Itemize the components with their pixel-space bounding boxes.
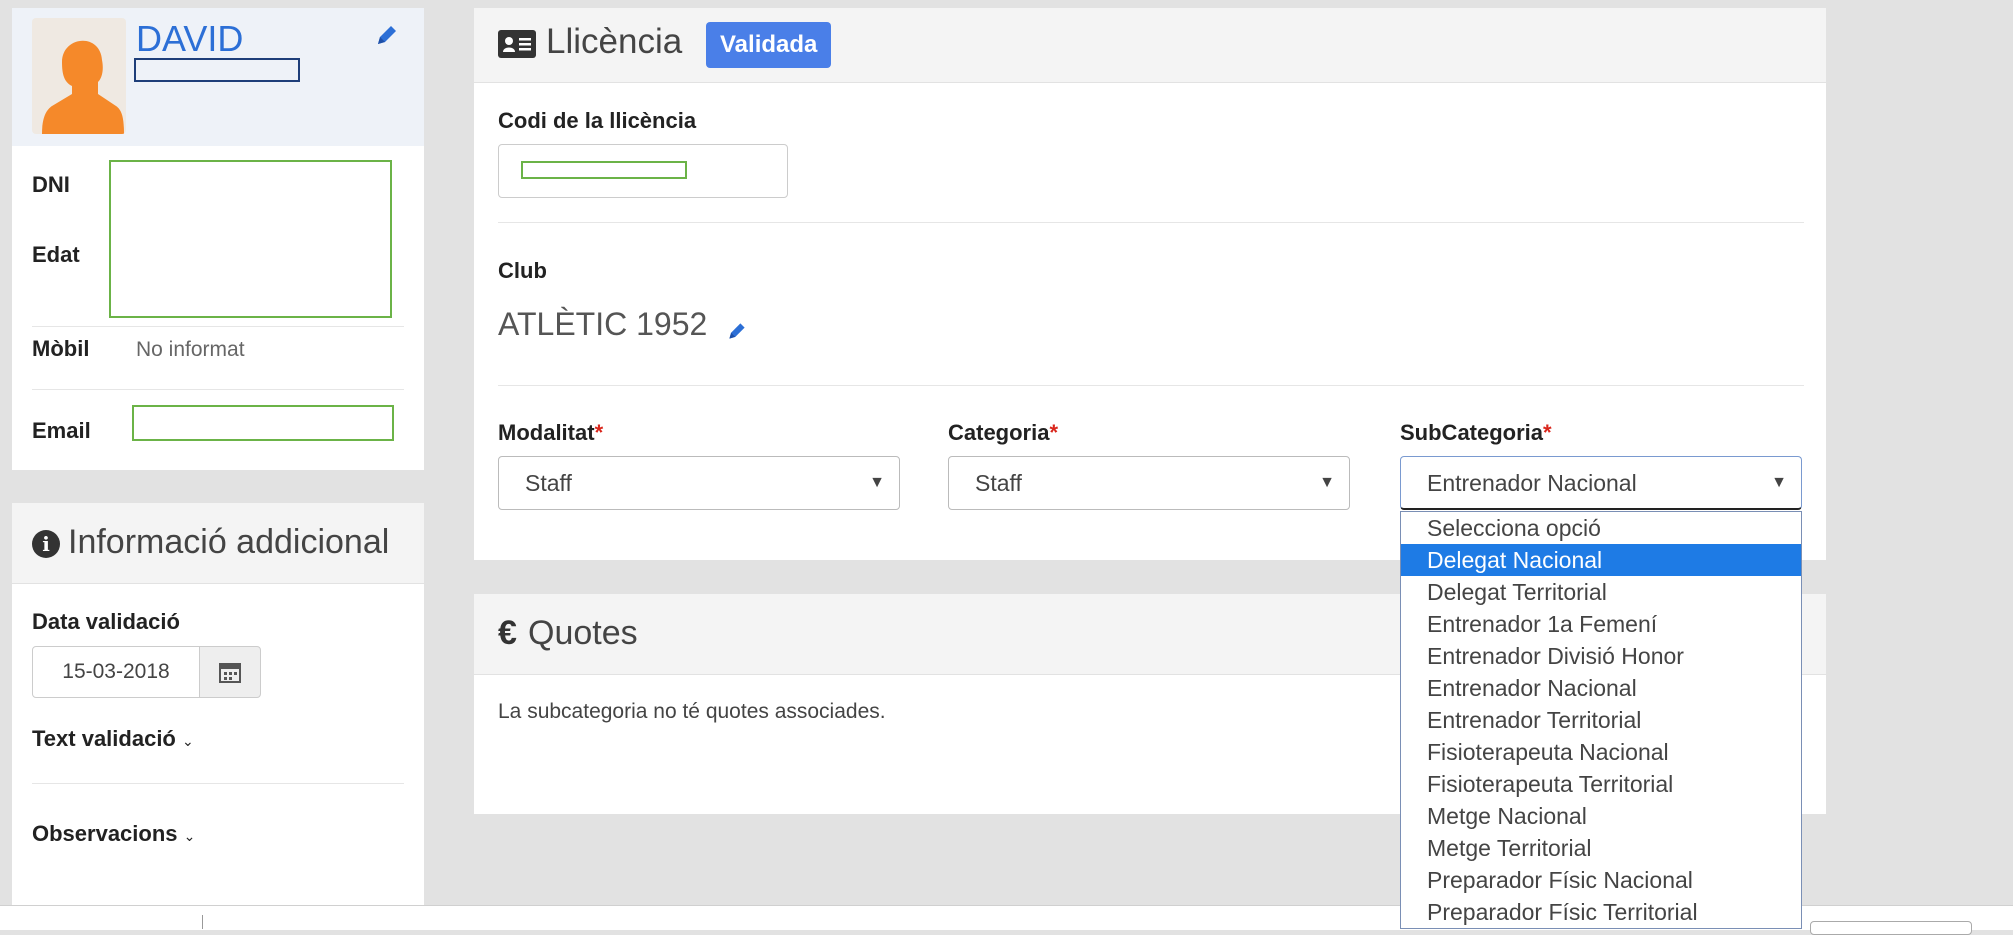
caret-down-icon: ▼ (1771, 474, 1787, 491)
categoria-select[interactable]: Staff ▼ (948, 456, 1350, 510)
subcategoria-select[interactable]: Entrenador Nacional ▼ (1400, 456, 1802, 510)
divider (32, 783, 404, 784)
id-card-icon (498, 30, 536, 58)
subcategoria-dropdown-list[interactable]: Selecciona opció Delegat Nacional Delega… (1400, 511, 1802, 929)
subcategoria-label: SubCategoria* (1400, 420, 1552, 445)
profile-card: DAVID DNI Edat Mòbil No informat Email (12, 8, 424, 470)
licence-code-redaction-box (521, 161, 687, 179)
dropdown-option[interactable]: Selecciona opció (1401, 512, 1801, 544)
age-label: Edat (32, 242, 80, 267)
dropdown-option-highlighted[interactable]: Delegat Nacional (1401, 544, 1801, 576)
modalitat-value: Staff (525, 470, 572, 496)
validation-date-label: Data validació (32, 609, 180, 634)
caret-down-icon: ▼ (1319, 474, 1335, 491)
dropdown-option[interactable]: Entrenador Divisió Honor (1401, 640, 1801, 672)
modalitat-label: Modalitat* (498, 420, 604, 445)
dropdown-option[interactable]: Preparador Físic Territorial (1401, 896, 1801, 928)
calendar-button[interactable] (199, 646, 261, 698)
dropdown-option[interactable]: Delegat Territorial (1401, 576, 1801, 608)
dropdown-option[interactable]: Preparador Físic Nacional (1401, 864, 1801, 896)
mobile-value: No informat (136, 338, 245, 361)
quotes-title: Quotes (528, 614, 638, 652)
additional-info-card: i Informació addicional Data validació 1… (12, 503, 424, 905)
dropdown-option[interactable]: Entrenador Territorial (1401, 704, 1801, 736)
validation-date-input[interactable]: 15-03-2018 (32, 646, 200, 698)
dni-label: DNI (32, 172, 70, 197)
club-name: ATLÈTIC 1952 (498, 306, 708, 342)
email-label: Email (32, 418, 91, 443)
info-circle-icon: i (32, 530, 60, 558)
status-badge: Validada (706, 22, 832, 68)
licence-code-input[interactable] (498, 144, 788, 198)
mobile-label: Mòbil (32, 336, 90, 361)
licence-card: Llicència Validada Codi de la llicència … (474, 8, 1826, 560)
observations-label: Observacions (32, 821, 178, 846)
caret-down-icon: ▼ (869, 474, 885, 491)
pencil-icon[interactable] (726, 320, 748, 342)
divider (498, 222, 1804, 223)
euro-icon: € (498, 614, 517, 652)
modalitat-select[interactable]: Staff ▼ (498, 456, 900, 510)
dropdown-option[interactable]: Entrenador 1a Femení (1401, 608, 1801, 640)
pencil-icon[interactable] (374, 22, 400, 48)
dni-age-redaction-box (109, 160, 392, 318)
email-redaction-box (132, 405, 394, 441)
dropdown-option[interactable]: Entrenador Nacional (1401, 672, 1801, 704)
name-redaction-box (134, 58, 300, 82)
categoria-label: Categoria* (948, 420, 1059, 445)
divider (498, 385, 1804, 386)
calendar-icon (219, 663, 241, 683)
text-validation-label: Text validació (32, 726, 176, 751)
bottom-right-button[interactable] (1810, 921, 1972, 935)
additional-info-title: Informació addicional (68, 523, 390, 561)
licence-title: Llicència (546, 22, 683, 61)
categoria-value: Staff (975, 470, 1022, 496)
quotes-empty-text: La subcategoria no té quotes associades. (498, 700, 886, 723)
dropdown-option[interactable]: Fisioterapeuta Nacional (1401, 736, 1801, 768)
subcategoria-value: Entrenador Nacional (1427, 470, 1637, 496)
text-validation-toggle[interactable]: Text validació ⌄ (32, 726, 194, 752)
profile-name[interactable]: DAVID (136, 18, 243, 60)
avatar (32, 18, 126, 134)
chevron-down-icon: ⌄ (183, 828, 196, 844)
dropdown-option[interactable]: Metge Nacional (1401, 800, 1801, 832)
club-label: Club (498, 258, 547, 283)
dropdown-option[interactable]: Fisioterapeuta Territorial (1401, 768, 1801, 800)
bottom-divider (202, 915, 203, 929)
divider (32, 326, 404, 327)
observations-toggle[interactable]: Observacions ⌄ (32, 821, 195, 847)
dropdown-option[interactable]: Metge Territorial (1401, 832, 1801, 864)
divider (32, 389, 404, 390)
licence-code-label: Codi de la llicència (498, 108, 697, 133)
chevron-down-icon: ⌄ (182, 733, 194, 749)
